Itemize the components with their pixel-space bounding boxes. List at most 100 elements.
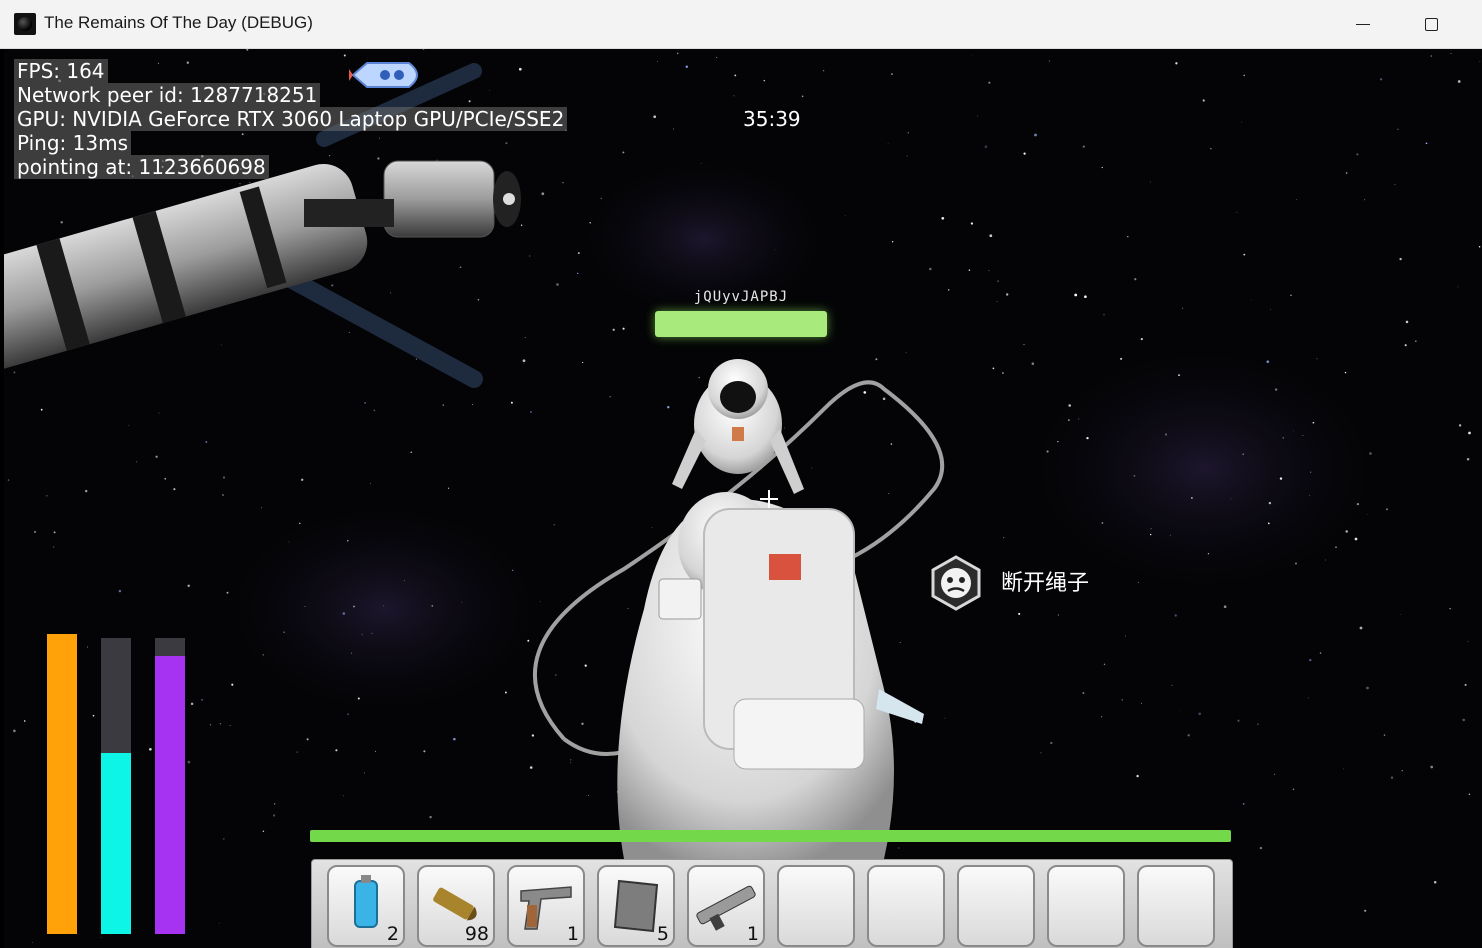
star <box>822 70 825 72</box>
hotbar-slot-10[interactable] <box>1137 865 1215 947</box>
star <box>223 838 225 840</box>
hotbar-slot-5[interactable]: 1 <box>687 865 765 947</box>
star <box>1295 199 1297 200</box>
star <box>1242 453 1244 455</box>
star <box>667 406 670 409</box>
star <box>347 540 349 542</box>
hotbar-slot-4[interactable]: 5 <box>597 865 675 947</box>
star <box>371 632 373 634</box>
star <box>1150 533 1152 536</box>
star <box>977 115 979 117</box>
star <box>622 151 625 154</box>
star <box>863 391 867 394</box>
star <box>53 531 56 534</box>
main-health-bar <box>310 830 1231 842</box>
star <box>353 605 355 608</box>
star <box>262 830 265 833</box>
star <box>373 409 376 412</box>
star <box>522 359 526 363</box>
star <box>577 272 579 275</box>
star <box>1274 773 1276 775</box>
star <box>539 601 541 603</box>
star <box>1458 424 1462 427</box>
star <box>774 249 776 251</box>
star <box>136 461 138 463</box>
stat-fill <box>155 655 185 934</box>
star <box>364 402 366 404</box>
star <box>1282 437 1284 439</box>
star <box>811 467 813 469</box>
star <box>1302 435 1304 436</box>
star <box>1479 61 1481 63</box>
star <box>1390 776 1394 779</box>
star <box>581 361 584 364</box>
star <box>31 942 33 944</box>
star <box>520 224 523 226</box>
star <box>1068 404 1071 407</box>
star <box>260 507 263 509</box>
star <box>1001 372 1004 374</box>
star <box>577 252 580 255</box>
hotbar-slot-2[interactable]: 98 <box>417 865 495 947</box>
star <box>158 412 160 414</box>
star <box>1345 530 1348 533</box>
hotbar-slot-1[interactable]: 2 <box>327 865 405 947</box>
hotbar-slot-3[interactable]: 1 <box>507 865 585 947</box>
star <box>801 95 804 98</box>
star <box>1134 278 1137 281</box>
star <box>1101 166 1103 169</box>
star <box>609 396 611 398</box>
star <box>1478 246 1481 248</box>
maximize-button[interactable] <box>1398 0 1468 48</box>
star <box>1023 152 1026 155</box>
star <box>504 691 507 694</box>
minimize-button[interactable] <box>1328 0 1398 48</box>
hotbar-slot-8[interactable] <box>957 865 1035 947</box>
star <box>423 750 426 753</box>
star <box>989 234 993 238</box>
star <box>1266 360 1270 364</box>
hotbar-slot-9[interactable] <box>1047 865 1125 947</box>
slot-count: 98 <box>464 923 489 945</box>
star <box>657 61 659 62</box>
star <box>60 221 63 224</box>
star <box>459 266 462 269</box>
star <box>422 49 425 50</box>
star <box>555 674 557 676</box>
star <box>1210 148 1212 150</box>
star <box>404 580 405 581</box>
debug-peer-id: Network peer id: 1287718251 <box>14 83 321 107</box>
stat-bar-purple <box>155 638 185 934</box>
star <box>1018 612 1021 615</box>
star <box>1354 537 1358 541</box>
star <box>1243 253 1246 256</box>
hotbar-slot-6[interactable] <box>777 865 855 947</box>
game-viewport[interactable]: FPS: 164 Network peer id: 1287718251 GPU… <box>4 49 1482 948</box>
star <box>1383 734 1386 736</box>
star <box>288 541 290 543</box>
star <box>46 495 48 497</box>
game-timer: 35:39 <box>743 107 801 131</box>
star <box>23 720 26 722</box>
star <box>1430 55 1433 57</box>
star <box>1101 716 1103 718</box>
star <box>1366 686 1369 690</box>
star <box>343 54 346 57</box>
star <box>1425 142 1428 145</box>
star <box>929 267 932 271</box>
star <box>1325 559 1326 561</box>
star <box>222 476 226 479</box>
hotbar-slot-7[interactable] <box>867 865 945 947</box>
star <box>299 522 301 525</box>
star <box>1164 433 1168 436</box>
star <box>1309 659 1312 662</box>
star <box>673 128 675 130</box>
star <box>447 487 450 489</box>
star <box>1179 709 1181 711</box>
star <box>249 182 251 183</box>
star <box>1057 614 1059 616</box>
star <box>651 527 653 529</box>
star <box>1223 605 1227 609</box>
star <box>85 489 88 493</box>
star <box>1309 495 1310 496</box>
